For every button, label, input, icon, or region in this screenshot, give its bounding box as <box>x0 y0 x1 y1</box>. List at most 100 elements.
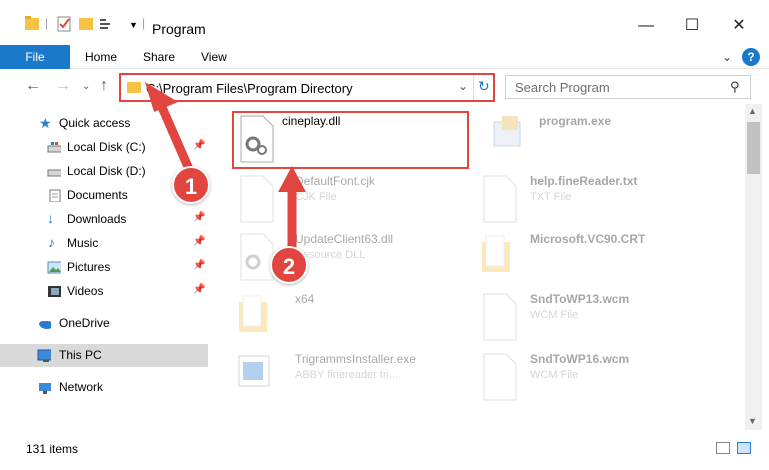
star-icon: ★ <box>39 115 52 131</box>
sidebar-item-label: This PC <box>59 348 102 362</box>
up-button[interactable]: ↑ <box>100 77 108 95</box>
sidebar-item-label: Downloads <box>67 212 127 226</box>
file-name: program.exe <box>539 114 612 128</box>
folder-item-x64[interactable]: x64 <box>237 292 487 348</box>
file-name: SndToWP13.wcm <box>530 292 630 306</box>
pin-icon[interactable]: 📌 <box>193 260 205 271</box>
folder-icon <box>127 82 141 93</box>
minimize-button[interactable]: — <box>623 12 669 40</box>
maximize-button[interactable]: ☐ <box>669 12 715 40</box>
details-view-button[interactable] <box>716 442 730 454</box>
pin-icon[interactable]: 📌 <box>193 284 205 295</box>
pin-icon[interactable]: 📌 <box>193 236 205 247</box>
file-name: SndToWP16.wcm <box>530 352 630 366</box>
separator: | <box>45 16 49 30</box>
file-type: WCM File <box>530 369 579 381</box>
file-type: TXT File <box>530 191 572 203</box>
search-input[interactable]: Search Program ⚲ <box>505 75 751 99</box>
drive-icon <box>47 142 61 153</box>
search-icon[interactable]: ⚲ <box>730 79 740 95</box>
scroll-down-icon[interactable]: ▼ <box>748 416 757 426</box>
chevron-down-icon[interactable]: ⌄ <box>458 79 468 93</box>
sidebar-item-label: Local Disk (C:) <box>67 140 146 154</box>
file-icon <box>483 353 517 401</box>
sidebar-item-label: Quick access <box>59 116 131 130</box>
sidebar-item-label: Documents <box>67 188 128 202</box>
sidebar-item-label: Local Disk (D:) <box>67 164 146 178</box>
videos-icon <box>48 286 61 297</box>
file-name: x64 <box>295 292 315 306</box>
chevron-down-icon[interactable]: ⌄ <box>722 50 732 64</box>
help-button[interactable]: ? <box>742 48 760 66</box>
computer-icon <box>37 349 51 362</box>
file-name: DefaultFont.cjk <box>295 174 376 188</box>
refresh-icon[interactable]: ↻ <box>478 78 490 95</box>
chevron-down-icon[interactable]: ▼ <box>129 20 138 40</box>
search-placeholder: Search Program <box>515 80 610 95</box>
navigation-pane: ★ Quick access Local Disk (C:) 📌 Local D… <box>0 104 210 430</box>
item-count: 131 items <box>26 442 79 456</box>
file-name: help.fineReader.txt <box>530 174 638 188</box>
folder-icon <box>25 16 39 30</box>
file-name: TrigrammsInstaller.exe <box>295 352 416 366</box>
pictures-icon <box>47 261 61 274</box>
vertical-scrollbar[interactable]: ▲ ▼ <box>745 104 762 430</box>
close-button[interactable]: ✕ <box>716 12 762 40</box>
customize-icon[interactable] <box>98 14 118 34</box>
sidebar-item-pictures[interactable]: Pictures 📌 <box>0 256 208 279</box>
title-bar: | ▼ | Program — ☐ ✕ <box>0 0 769 40</box>
folder-icon <box>239 295 267 332</box>
folder-icon <box>482 235 510 272</box>
cloud-icon <box>39 321 51 329</box>
recent-locations-chevron-icon[interactable]: ⌄ <box>82 81 90 92</box>
file-item-help-finereader-txt[interactable]: help.fineReader.txt TXT File <box>480 174 730 230</box>
address-path: C:\Program Files\Program Directory <box>146 81 353 96</box>
tab-view[interactable]: View <box>201 45 227 69</box>
file-item-trigrammsinstaller-exe[interactable]: TrigrammsInstaller.exe ABBY finereader t… <box>237 352 487 408</box>
back-button[interactable]: ← <box>25 77 41 95</box>
large-icons-view-button[interactable] <box>737 442 751 454</box>
sidebar-item-music[interactable]: ♪ Music 📌 <box>0 232 208 255</box>
pin-icon[interactable]: 📌 <box>193 212 205 223</box>
properties-icon[interactable] <box>56 14 72 34</box>
file-item-sndtowp13-wcm[interactable]: SndToWP13.wcm WCM File <box>480 292 730 348</box>
sidebar-item-label: Network <box>59 380 104 394</box>
exe-file-icon <box>493 116 521 147</box>
file-item-microsoft-vc90-crt[interactable]: Microsoft.VC90.CRT <box>480 232 730 288</box>
tab-share[interactable]: Share <box>143 45 175 69</box>
sidebar-item-label: Videos <box>67 284 104 298</box>
file-name: Microsoft.VC90.CRT <box>530 232 646 246</box>
sidebar-item-local-disk-c[interactable]: Local Disk (C:) 📌 <box>0 136 208 159</box>
sidebar-item-onedrive[interactable]: OneDrive <box>0 312 208 335</box>
new-folder-icon[interactable] <box>78 14 94 34</box>
forward-button[interactable]: → <box>55 77 71 95</box>
sidebar-item-label: Pictures <box>67 260 111 274</box>
music-icon: ♪ <box>48 234 55 250</box>
separator: | <box>142 16 146 30</box>
sidebar-item-this-pc[interactable]: This PC <box>0 344 208 367</box>
scroll-up-icon[interactable]: ▲ <box>748 106 757 116</box>
pin-icon[interactable]: 📌 <box>193 140 205 151</box>
sidebar-item-quick-access[interactable]: ★ Quick access <box>0 112 208 135</box>
download-icon: ↓ <box>47 210 54 226</box>
file-icon <box>240 175 274 223</box>
file-item-sndtowp16-wcm[interactable]: SndToWP16.wcm WCM File <box>480 352 730 408</box>
sidebar-item-videos[interactable]: Videos 📌 <box>0 280 208 303</box>
address-bar[interactable]: C:\Program Files\Program Directory ⌄ ↻ <box>119 73 495 102</box>
callout-1: 1 <box>172 166 210 204</box>
file-name: UpdateClient63.dll <box>295 232 394 246</box>
window-title: Program <box>152 21 206 37</box>
sidebar-item-network[interactable]: Network <box>0 376 208 399</box>
file-icon <box>483 175 517 223</box>
status-bar: 131 items <box>0 436 769 460</box>
file-item-program-exe[interactable]: program.exe <box>492 114 742 170</box>
divider <box>473 75 474 100</box>
callout-2: 2 <box>270 246 308 284</box>
file-icon <box>483 293 517 341</box>
tab-home[interactable]: Home <box>85 45 117 69</box>
sidebar-item-downloads[interactable]: ↓ Downloads 📌 <box>0 208 208 231</box>
tab-file[interactable]: File <box>0 45 70 69</box>
scrollbar-thumb[interactable] <box>747 122 760 174</box>
sidebar-item-label: OneDrive <box>59 316 110 330</box>
file-item-defaultfont-cjk[interactable]: DefaultFont.cjk CJK File <box>237 174 487 230</box>
